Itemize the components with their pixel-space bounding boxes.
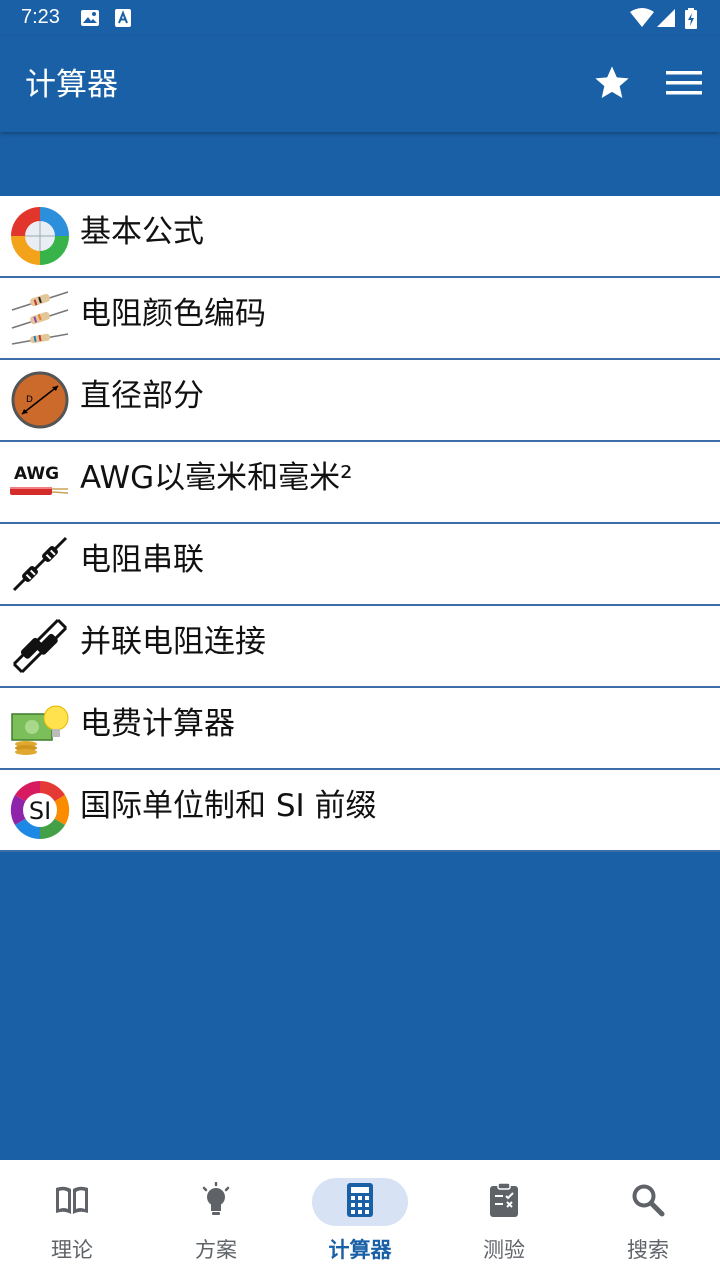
lightbulb-icon (200, 1181, 232, 1222)
awg-wire-icon: AWG (10, 452, 70, 512)
list-item-electricity-cost[interactable]: 电费计算器 (0, 688, 720, 770)
translate-notification-icon (114, 8, 132, 32)
awg-icon-text: AWG (14, 464, 59, 484)
list-item-diameter-section[interactable]: D 直径部分 (0, 360, 720, 442)
gallery-notification-icon (80, 8, 100, 32)
page-title: 计算器 (25, 67, 118, 103)
list-item-si-prefixes[interactable]: SI 国际单位制和 SI 前缀 (0, 770, 720, 852)
resistors-parallel-icon (10, 616, 70, 676)
menu-icon (666, 69, 702, 101)
nav-schemes-pill (168, 1178, 264, 1226)
nav-quiz-pill (456, 1178, 552, 1226)
si-icon-text: SI (29, 797, 51, 825)
menu-button[interactable] (659, 60, 709, 110)
list-item-label: 国际单位制和 SI 前缀 (80, 788, 377, 824)
list-item-label: 电费计算器 (80, 706, 235, 742)
star-icon (592, 63, 632, 107)
status-time: 7:23 (21, 6, 60, 28)
bottom-navigation: 理论 方案 计算器 测验 搜索 (0, 1160, 720, 1280)
nav-quiz-label: 测验 (483, 1238, 525, 1262)
calculator-list: 基本公式 电阻颜色编码 D 直径部分 AWG AWG以毫米和毫米² 电阻串联 并… (0, 196, 720, 852)
resistor-color-code-icon (10, 288, 70, 348)
list-item-label: 电阻串联 (80, 542, 204, 578)
si-prefix-icon: SI (10, 780, 70, 840)
nav-calculator[interactable]: 计算器 (288, 1160, 432, 1280)
battery-charging-icon (684, 8, 698, 34)
list-item-label: AWG以毫米和毫米² (80, 460, 353, 496)
list-item-label: 直径部分 (80, 378, 204, 414)
list-item-resistors-series[interactable]: 电阻串联 (0, 524, 720, 606)
nav-theory[interactable]: 理论 (0, 1160, 144, 1280)
nav-calculator-pill (312, 1178, 408, 1226)
resistors-series-icon (10, 534, 70, 594)
nav-schemes-label: 方案 (195, 1238, 237, 1262)
wire-diameter-icon: D (10, 370, 70, 430)
nav-search-pill (600, 1178, 696, 1226)
list-item-resistors-parallel[interactable]: 并联电阻连接 (0, 606, 720, 688)
clipboard-check-icon (489, 1182, 519, 1222)
calculator-icon (346, 1182, 374, 1222)
list-item-awg[interactable]: AWG AWG以毫米和毫米² (0, 442, 720, 524)
list-item-label: 并联电阻连接 (80, 624, 266, 660)
nav-search-label: 搜索 (627, 1238, 669, 1262)
nav-theory-pill (24, 1178, 120, 1226)
status-bar: 7:23 (0, 0, 720, 36)
list-item-label: 基本公式 (80, 214, 204, 250)
list-item-resistor-color-code[interactable]: 电阻颜色编码 (0, 278, 720, 360)
favorite-button[interactable] (587, 60, 637, 110)
nav-schemes[interactable]: 方案 (144, 1160, 288, 1280)
nav-calculator-label: 计算器 (328, 1238, 392, 1262)
search-icon (631, 1183, 665, 1221)
book-icon (54, 1184, 90, 1220)
app-bar: 计算器 (0, 36, 720, 132)
ohms-law-wheel-icon (10, 206, 70, 266)
nav-quiz[interactable]: 测验 (432, 1160, 576, 1280)
list-item-basic-formulas[interactable]: 基本公式 (0, 196, 720, 278)
nav-theory-label: 理论 (51, 1238, 93, 1262)
electricity-cost-icon (10, 698, 70, 758)
svg-text:D: D (26, 395, 33, 405)
list-item-label: 电阻颜色编码 (80, 296, 266, 332)
nav-search[interactable]: 搜索 (576, 1160, 720, 1280)
wifi-icon (630, 8, 654, 32)
signal-icon (656, 8, 676, 32)
